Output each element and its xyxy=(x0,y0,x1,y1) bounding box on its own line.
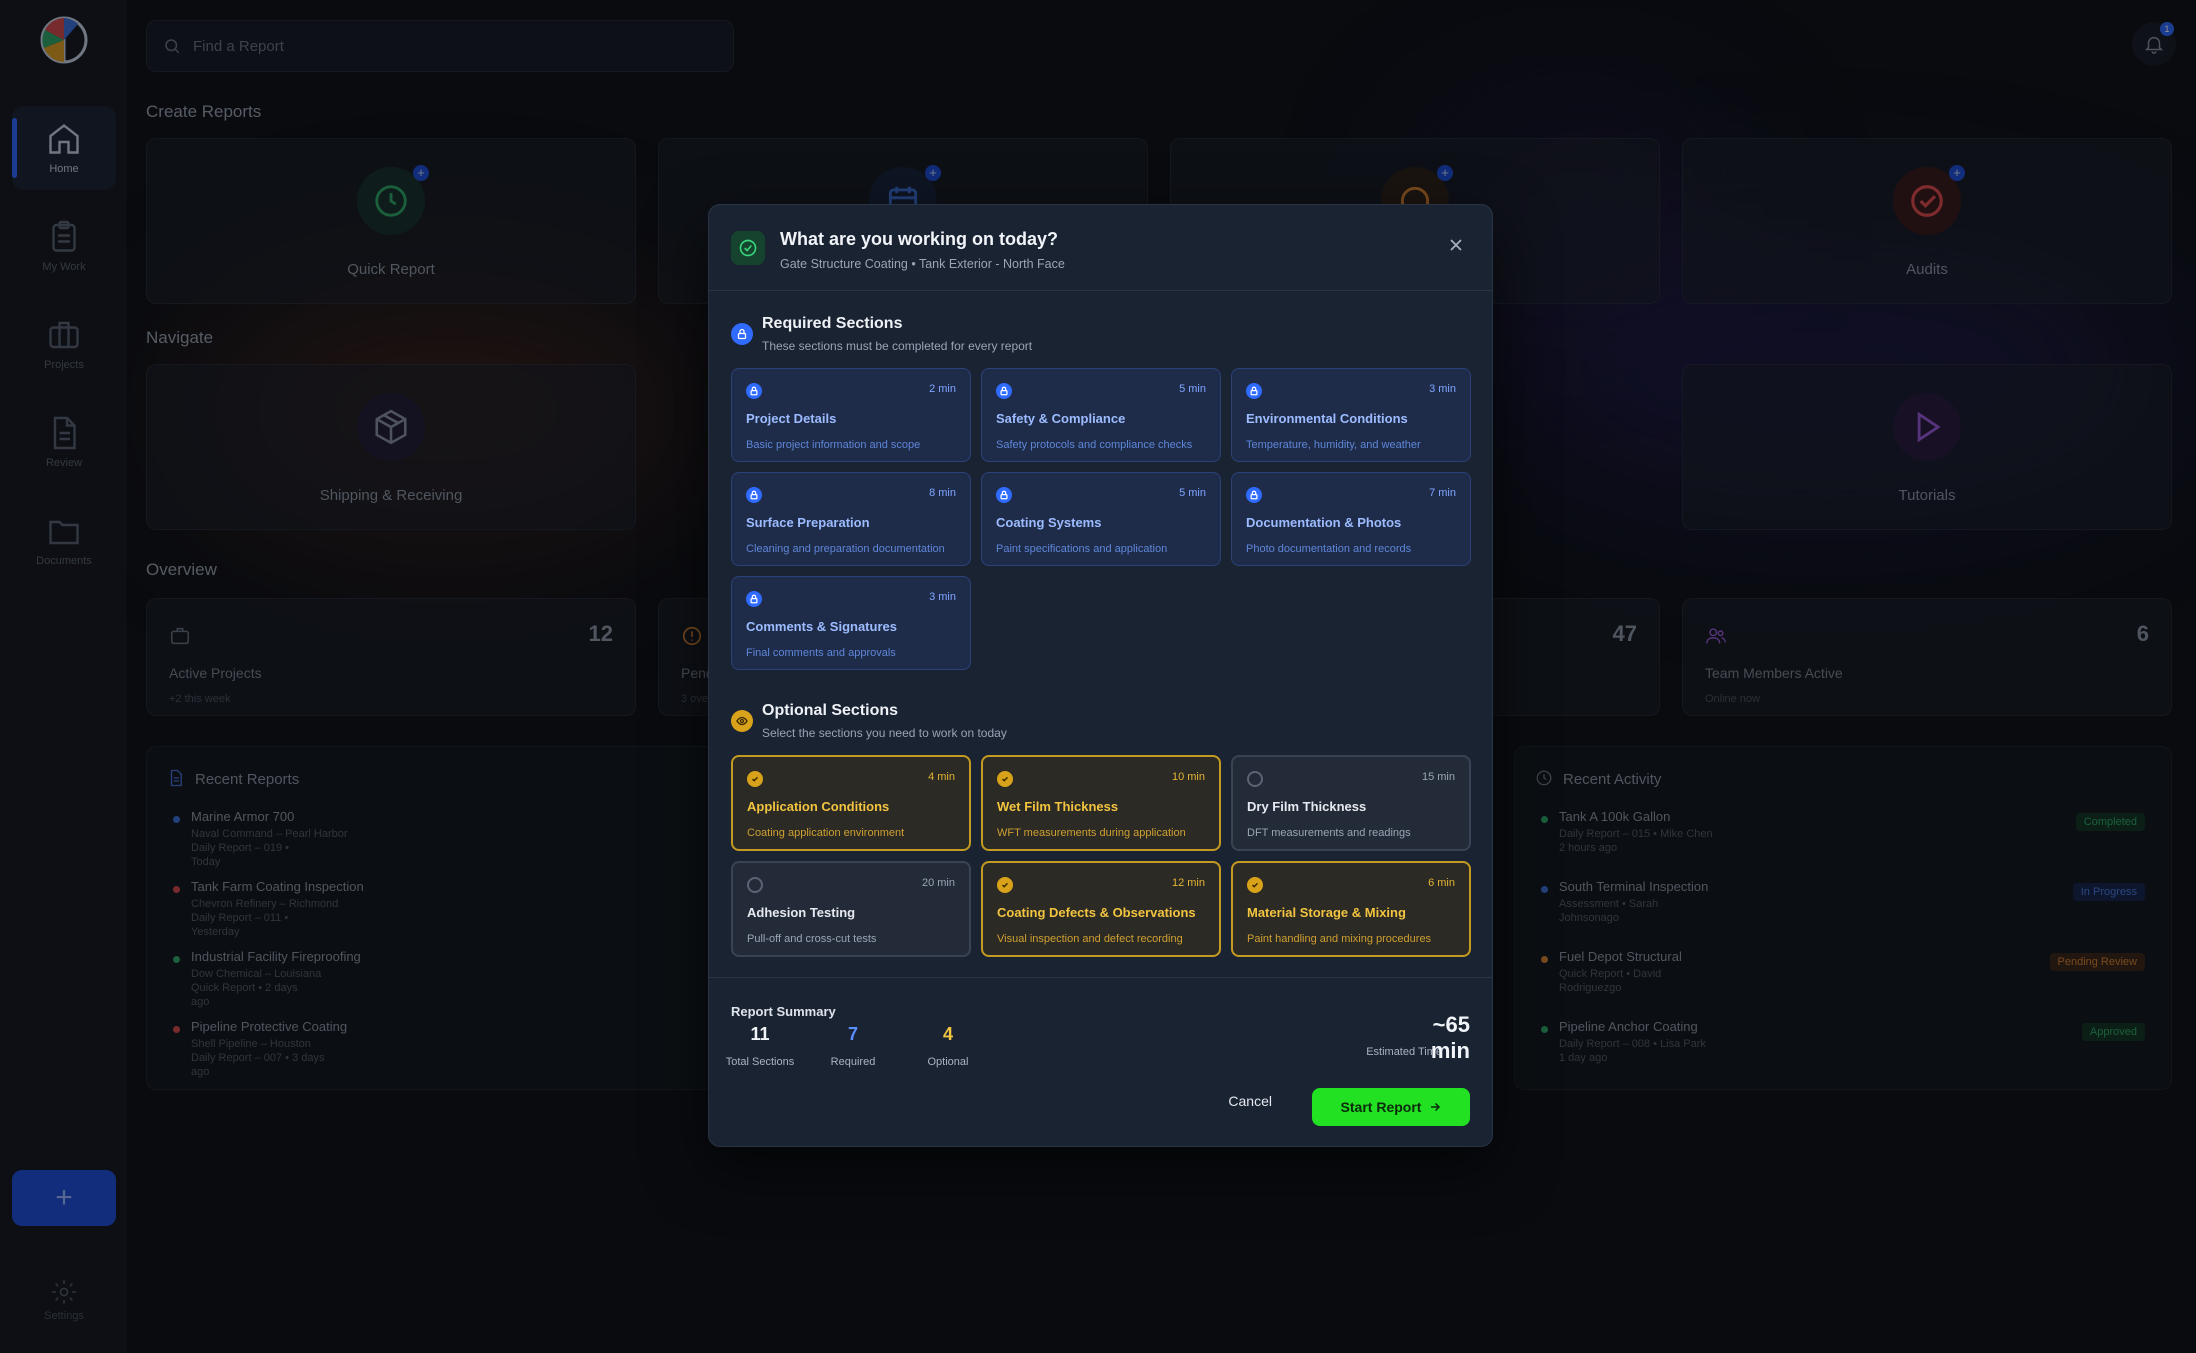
section-description: Visual inspection and defect recording xyxy=(997,933,1183,945)
section-picker-dialog: What are you working on today? Gate Stru… xyxy=(708,204,1493,1147)
section-name: Project Details xyxy=(746,411,837,426)
check-circle-icon xyxy=(997,877,1013,893)
section-time: 5 min xyxy=(1179,383,1206,395)
section-name: Documentation & Photos xyxy=(1246,515,1402,530)
section-description: Temperature, humidity, and weather xyxy=(1246,439,1421,451)
section-time: 4 min xyxy=(928,771,955,783)
section-name: Application Conditions xyxy=(747,799,890,814)
section-time: 3 min xyxy=(929,591,956,603)
optional-section-card[interactable]: 20 min Adhesion Testing Pull-off and cross… xyxy=(731,861,971,957)
optional-section-card[interactable]: 12 min Coating Defects & Observations Visu… xyxy=(981,861,1221,957)
section-name: Environmental Conditions xyxy=(1246,411,1408,426)
close-icon[interactable] xyxy=(1446,235,1466,255)
summary-optional-value: 4 xyxy=(942,1024,953,1044)
section-description: WFT measurements during application xyxy=(997,827,1186,839)
section-time: 2 min xyxy=(929,383,956,395)
summary-required-value: 7 xyxy=(847,1024,858,1044)
section-description: Coating application environment xyxy=(747,827,905,839)
section-description: Basic project information and scope xyxy=(746,439,921,451)
section-name: Material Storage & Mixing xyxy=(1247,905,1406,920)
section-time: 15 min xyxy=(1421,771,1455,783)
section-name: Coating Systems xyxy=(996,515,1102,530)
estimate-unit: min xyxy=(1430,1038,1470,1063)
section-name: Safety & Compliance xyxy=(996,411,1126,426)
check-circle-icon xyxy=(997,771,1013,787)
radio-empty-icon xyxy=(747,877,763,893)
dialog-footer: Report Summary 11 Total Sections 7 Requi… xyxy=(709,977,1492,1148)
start-report-button[interactable]: Start Report xyxy=(1312,1088,1470,1126)
section-name: Adhesion Testing xyxy=(747,905,856,920)
estimate-value: ~65 xyxy=(1432,1012,1470,1037)
lock-icon xyxy=(746,487,762,503)
required-section-card[interactable]: 8 min Surface Preparation Cleaning and pre… xyxy=(731,472,971,566)
summary-optional-label: Optional xyxy=(927,1056,969,1068)
section-name: Surface Preparation xyxy=(746,515,870,530)
section-description: Photo documentation and records xyxy=(1246,543,1412,555)
dialog-header: What are you working on today? Gate Stru… xyxy=(709,205,1492,291)
section-time: 20 min xyxy=(921,877,955,889)
lock-icon xyxy=(731,323,753,345)
section-time: 6 min xyxy=(1428,877,1455,889)
lock-icon xyxy=(996,487,1012,503)
required-section-card[interactable]: 3 min Environmental Conditions Temperature… xyxy=(1231,368,1471,462)
optional-section-card[interactable]: 4 min Application Conditions Coating appli… xyxy=(731,755,971,851)
check-circle-icon xyxy=(731,231,765,265)
section-description: Final comments and approvals xyxy=(746,647,896,659)
start-report-label: Start Report xyxy=(1340,1099,1422,1115)
required-sections-subtitle: These sections must be completed for eve… xyxy=(762,339,1033,353)
optional-sections-title: Optional Sections xyxy=(762,702,899,719)
summary-label: Report Summary xyxy=(731,1004,836,1019)
section-description: Paint handling and mixing procedures xyxy=(1247,933,1432,945)
section-time: 12 min xyxy=(1171,877,1205,889)
section-time: 8 min xyxy=(929,487,956,499)
optional-section-card[interactable]: 10 min Wet Film Thickness WFT measurements… xyxy=(981,755,1221,851)
dialog-title: What are you working on today? xyxy=(780,229,1059,249)
required-section-card[interactable]: 2 min Project Details Basic project inform… xyxy=(731,368,971,462)
dialog-subtitle: Gate Structure Coating • Tank Exterior -… xyxy=(780,257,1065,271)
summary-total-value: 11 xyxy=(750,1024,770,1044)
optional-section-card[interactable]: 15 min Dry Film Thickness DFT measurements… xyxy=(1231,755,1471,851)
section-name: Dry Film Thickness xyxy=(1247,799,1367,814)
lock-icon xyxy=(996,383,1012,399)
section-name: Wet Film Thickness xyxy=(997,799,1119,814)
section-name: Comments & Signatures xyxy=(746,619,897,634)
section-description: Paint specifications and application xyxy=(996,543,1168,555)
section-description: Safety protocols and compliance checks xyxy=(996,439,1193,451)
radio-empty-icon xyxy=(1247,771,1263,787)
required-section-card[interactable]: 5 min Coating Systems Paint specifications… xyxy=(981,472,1221,566)
optional-section-card[interactable]: 6 min Material Storage & Mixing Paint hand… xyxy=(1231,861,1471,957)
lock-icon xyxy=(1246,487,1262,503)
required-section-card[interactable]: 5 min Safety & Compliance Safety protocols… xyxy=(981,368,1221,462)
eye-icon xyxy=(731,710,753,732)
required-section-card[interactable]: 7 min Documentation & Photos Photo documen… xyxy=(1231,472,1471,566)
cancel-button[interactable]: Cancel xyxy=(1222,1092,1278,1110)
section-time: 10 min xyxy=(1171,771,1205,783)
summary-total-label: Total Sections xyxy=(725,1056,795,1068)
summary-required-label: Required xyxy=(830,1056,876,1068)
section-name: Coating Defects & Observations xyxy=(997,905,1196,920)
section-description: Pull-off and cross-cut tests xyxy=(747,933,877,945)
lock-icon xyxy=(746,383,762,399)
section-time: 3 min xyxy=(1429,383,1456,395)
section-time: 7 min xyxy=(1429,487,1456,499)
arrow-right-icon xyxy=(1431,1102,1441,1112)
lock-icon xyxy=(746,591,762,607)
required-sections-title: Required Sections xyxy=(762,315,903,332)
section-time: 5 min xyxy=(1179,487,1206,499)
optional-sections-subtitle: Select the sections you need to work on … xyxy=(762,726,1007,740)
section-description: Cleaning and preparation documentation xyxy=(746,543,945,555)
required-section-card[interactable]: 3 min Comments & Signatures Final comments… xyxy=(731,576,971,670)
check-circle-icon xyxy=(747,771,763,787)
lock-icon xyxy=(1246,383,1262,399)
check-circle-icon xyxy=(1247,877,1263,893)
section-description: DFT measurements and readings xyxy=(1247,827,1411,839)
